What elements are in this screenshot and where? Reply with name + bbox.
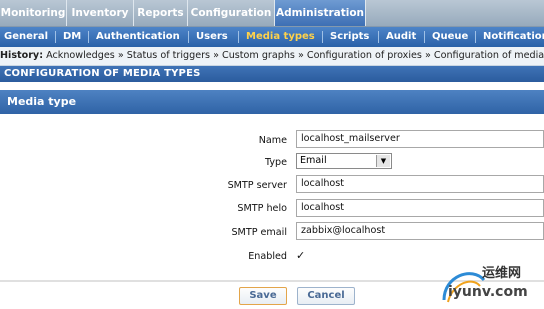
smtp-email-field[interactable]: zabbix@localhost	[296, 222, 544, 240]
tab-administration[interactable]: Administration	[275, 0, 366, 26]
subnav-notifications[interactable]: Notifications	[483, 27, 544, 47]
name-label: Name	[258, 135, 287, 146]
smtp-helo-label: SMTP helo	[237, 203, 287, 214]
enabled-checkbox[interactable]: ✓	[296, 250, 308, 262]
history-label: History:	[0, 50, 44, 61]
cancel-button[interactable]: Cancel	[297, 287, 355, 305]
tab-configuration[interactable]: Configuration	[188, 0, 275, 26]
smtp-server-label: SMTP server	[227, 180, 287, 191]
main-nav: Monitoring Inventory Reports Configurati…	[0, 0, 544, 27]
tab-monitoring[interactable]: Monitoring	[0, 0, 67, 26]
subnav-separator	[378, 31, 379, 43]
subnav-separator	[424, 31, 425, 43]
form-header: Media type	[0, 90, 544, 114]
subnav-users[interactable]: Users	[196, 27, 228, 47]
tab-reports[interactable]: Reports	[134, 0, 188, 26]
page-title: CONFIGURATION OF MEDIA TYPES	[0, 66, 544, 82]
subnav-separator	[475, 31, 476, 43]
watermark-logo: 运维网 iyunv.com	[438, 262, 542, 306]
smtp-helo-field[interactable]: localhost	[296, 199, 544, 217]
subnav-general[interactable]: General	[4, 27, 48, 47]
subnav-authentication[interactable]: Authentication	[96, 27, 180, 47]
subnav-scripts[interactable]: Scripts	[330, 27, 369, 47]
type-select-value: Email	[300, 155, 327, 166]
save-button[interactable]: Save	[239, 287, 287, 305]
type-select[interactable]: Email ▼	[296, 153, 392, 169]
subnav-separator	[55, 31, 56, 43]
subnav-audit[interactable]: Audit	[386, 27, 416, 47]
name-field[interactable]: localhost_mailserver	[296, 130, 544, 148]
watermark-cn: 运维网	[482, 266, 522, 281]
history-trail[interactable]: Acknowledges » Status of triggers » Cust…	[46, 50, 544, 61]
chevron-down-icon[interactable]: ▼	[376, 155, 390, 167]
type-label: Type	[264, 157, 287, 168]
subnav-queue[interactable]: Queue	[432, 27, 468, 47]
tab-inventory[interactable]: Inventory	[67, 0, 134, 26]
subnav-dm[interactable]: DM	[63, 27, 81, 47]
subnav-separator	[188, 31, 189, 43]
sub-nav: General DM Authentication Users Media ty…	[0, 27, 544, 47]
smtp-email-label: SMTP email	[231, 227, 287, 238]
enabled-label: Enabled	[248, 251, 287, 262]
smtp-server-field[interactable]: localhost	[296, 175, 544, 193]
subnav-separator	[322, 31, 323, 43]
breadcrumb: History: Acknowledges » Status of trigge…	[0, 47, 544, 66]
checkmark-icon: ✓	[296, 249, 306, 262]
subnav-separator	[238, 31, 239, 43]
subnav-separator	[88, 31, 89, 43]
watermark-domain: iyunv.com	[448, 284, 528, 300]
subnav-media-types[interactable]: Media types	[246, 27, 315, 47]
